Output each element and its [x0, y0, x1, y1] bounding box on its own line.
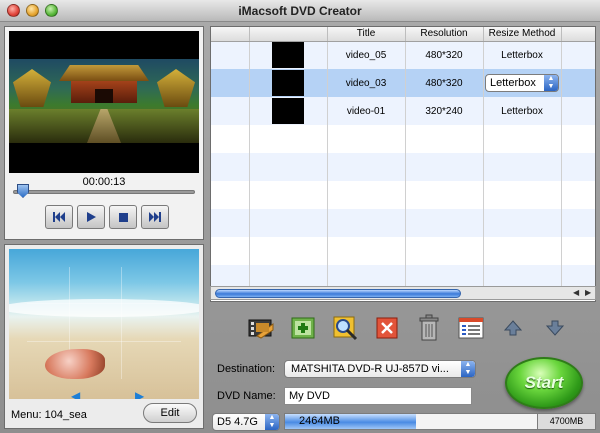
video-thumbnail [272, 98, 304, 124]
table-row-empty [211, 237, 595, 265]
cell-resolution: 320*240 [405, 97, 484, 125]
horizontal-scrollbar[interactable]: ◀ ▶ [210, 286, 596, 300]
cell-title: video_03 [327, 69, 406, 97]
play-button[interactable] [77, 205, 105, 229]
video-screen [9, 31, 199, 173]
clear-list-button[interactable] [414, 313, 444, 343]
stop-icon [118, 212, 128, 222]
seek-slider-thumb[interactable] [17, 184, 29, 198]
edit-menu-button[interactable]: Edit [143, 403, 197, 423]
menu-prev-arrow-icon[interactable]: ◀ [71, 389, 80, 399]
cell-resolution: 480*320 [405, 69, 484, 97]
stop-button[interactable] [109, 205, 137, 229]
move-up-button[interactable] [498, 313, 528, 343]
cell-title: video-01 [327, 97, 406, 125]
scroll-left-icon[interactable]: ◀ [573, 288, 579, 297]
destination-value: MATSHITA DVD-R UJ-857D vi... [291, 363, 449, 375]
chevron-updown-icon: ▲ ▼ [461, 361, 475, 377]
table-row-empty [211, 209, 595, 237]
total-size: 4700MB [537, 414, 595, 429]
delete-x-icon [376, 317, 398, 339]
resize-method-value: Letterbox [490, 77, 536, 89]
cell-resolution: 480*320 [405, 41, 484, 69]
toolbar [210, 306, 596, 350]
chevron-updown-icon: ▲ ▼ [265, 414, 279, 430]
menu-template-panel: ◀ ▶ Menu: 104_sea Edit [4, 244, 204, 429]
arrow-up-icon [504, 320, 522, 336]
cell-resize-method[interactable]: Letterbox [483, 41, 562, 69]
scroll-right-icon[interactable]: ▶ [585, 288, 591, 297]
edit-video-button[interactable] [330, 313, 360, 343]
destination-label: Destination: [217, 363, 276, 375]
film-add-icon [248, 319, 274, 339]
timecode: 00:00:13 [82, 176, 126, 188]
table-row[interactable]: video_05 480*320 Letterbox [211, 41, 595, 69]
video-frame [9, 59, 199, 143]
move-down-button[interactable] [540, 313, 570, 343]
disc-type-value: D5 4.7G [217, 416, 258, 428]
video-thumbnail [272, 42, 304, 69]
column-header[interactable] [211, 27, 250, 42]
start-button[interactable]: Start [505, 357, 583, 409]
arrow-down-icon [546, 320, 564, 336]
properties-button[interactable] [456, 313, 486, 343]
next-button[interactable] [141, 205, 169, 229]
add-video-button[interactable] [246, 313, 276, 343]
menu-thumbnail[interactable]: ◀ ▶ [9, 249, 199, 399]
table-row-selected[interactable]: video_03 480*320 Letterbox ▲ ▼ [211, 69, 595, 97]
menu-name-label: Menu: 104_sea [11, 409, 87, 421]
column-header-resize-method[interactable]: Resize Method [483, 27, 562, 42]
disc-type-select[interactable]: D5 4.7G ▲ ▼ [212, 413, 280, 431]
column-header[interactable] [249, 27, 328, 42]
table-row-empty [211, 125, 595, 153]
window-title: iMacsoft DVD Creator [238, 4, 362, 18]
cell-resize-method[interactable]: Letterbox [483, 97, 562, 125]
destination-select[interactable]: MATSHITA DVD-R UJ-857D vi... ▲ ▼ [284, 360, 476, 378]
video-preview-panel: 00:00:13 [4, 26, 204, 240]
disc-capacity-bar: 2464MB 4700MB [284, 413, 596, 430]
skip-forward-icon [149, 212, 161, 222]
skip-back-icon [53, 212, 65, 222]
used-size: 2464MB [299, 415, 340, 427]
menu-next-arrow-icon[interactable]: ▶ [135, 389, 144, 399]
table-row-empty [211, 153, 595, 181]
magnifier-edit-icon [333, 316, 358, 341]
cell-title: video_05 [327, 41, 406, 69]
previous-button[interactable] [45, 205, 73, 229]
resize-method-select[interactable]: Letterbox ▲ ▼ [485, 74, 559, 92]
seek-slider[interactable] [13, 190, 195, 194]
main-window: 00:00:13 ◀ ▶ Menu: 104_sea Edit Title Re… [0, 22, 600, 433]
column-header-title[interactable]: Title [327, 27, 406, 42]
list-icon [458, 317, 484, 339]
remove-video-button[interactable] [372, 313, 402, 343]
table-header: Title Resolution Resize Method [211, 27, 595, 42]
trash-icon [419, 314, 439, 341]
scrollbar-thumb[interactable] [215, 289, 461, 298]
table-row[interactable]: video-01 320*240 Letterbox [211, 97, 595, 125]
column-header-resolution[interactable]: Resolution [405, 27, 484, 42]
add-frame-icon [291, 317, 315, 339]
table-row-empty [211, 181, 595, 209]
dvd-name-input[interactable]: My DVD [284, 387, 472, 405]
video-thumbnail [272, 70, 304, 96]
playback-controls [45, 205, 175, 231]
seashell-image [45, 349, 105, 379]
dvd-name-label: DVD Name: [217, 390, 276, 402]
title-bar: iMacsoft DVD Creator [0, 0, 600, 22]
play-icon [87, 212, 96, 222]
chevron-updown-icon: ▲ ▼ [544, 75, 558, 91]
video-list-table: Title Resolution Resize Method video_05 … [210, 26, 596, 302]
add-files-button[interactable] [288, 313, 318, 343]
